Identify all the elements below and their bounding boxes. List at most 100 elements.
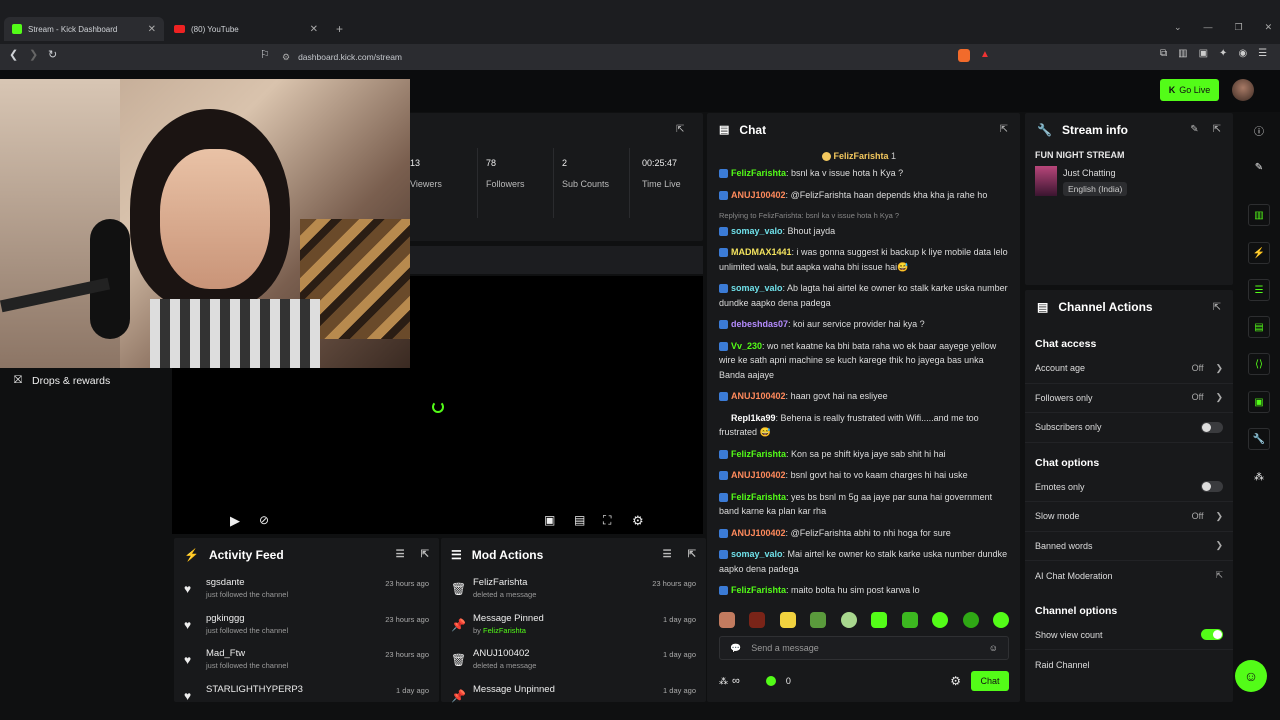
chat-username[interactable]: ANUJ100402 [731, 528, 786, 538]
player-widget-icon[interactable]: ⟨⟩ [1248, 353, 1270, 375]
window-controls[interactable]: ⌄ — ❐ ✕ [1174, 22, 1272, 33]
site-info-icon[interactable]: ⚙ [282, 52, 290, 63]
url-field[interactable]: ⚙ dashboard.kick.com/stream [282, 47, 994, 67]
chat-username[interactable]: ANUJ100402 [731, 190, 786, 200]
chat-message: ANUJ100402: @FelizFarishta abhi to nhi h… [719, 526, 1009, 541]
emote-icon[interactable] [932, 612, 949, 628]
emote-icon[interactable] [749, 612, 766, 628]
forward-icon[interactable]: ❯ [29, 48, 38, 61]
popout-icon[interactable]: ⇱ [1213, 302, 1221, 313]
rewards-icon[interactable]: ▲ [980, 49, 990, 60]
chat-username[interactable]: ANUJ100402 [731, 391, 786, 401]
close-tab-icon[interactable]: ✕ [310, 24, 318, 35]
share-icon[interactable]: ⁂ [1248, 466, 1270, 488]
external-link-icon: ⇱ [1215, 570, 1223, 581]
chat-bubble-icon: 💬 [730, 642, 742, 653]
edit-icon[interactable]: ✎ [1248, 156, 1270, 178]
emote-icon[interactable] [840, 612, 857, 628]
chat-username[interactable]: debeshdas07 [731, 319, 788, 329]
popout-icon[interactable]: ⇱ [688, 549, 696, 560]
close-tab-icon[interactable]: ✕ [148, 24, 156, 35]
bookmark-icon[interactable]: ⚐ [260, 48, 270, 61]
sidebar-item-drops[interactable]: ⛝ Drops & rewards [14, 374, 110, 387]
popout-icon[interactable]: ⇱ [1213, 124, 1221, 135]
theater-icon[interactable]: ▤ [574, 513, 585, 527]
browser-toolbar-icons[interactable]: ⧉ ▥ ▣ ✦ ◉ ☰ [1160, 48, 1267, 59]
emote-icon[interactable] [810, 612, 827, 628]
new-tab-icon[interactable]: + [336, 22, 343, 36]
emoji-icon[interactable]: ☺ [989, 643, 998, 653]
send-chat-button[interactable]: Chat [971, 671, 1009, 691]
chat-username[interactable]: FelizFarishta [731, 585, 786, 595]
play-icon[interactable]: ▶ [230, 513, 240, 529]
reload-icon[interactable]: ↻ [48, 48, 57, 61]
chat-username[interactable]: somay_valo [731, 549, 783, 559]
show-view-count-toggle[interactable] [1201, 629, 1223, 641]
chat-username[interactable]: ANUJ100402 [731, 470, 786, 480]
brave-shield-icon[interactable] [958, 49, 970, 62]
chevron-right-icon: ❯ [1215, 540, 1223, 551]
setting-banned-words[interactable]: Banned words ❯ [1025, 532, 1233, 561]
tab-title: (80) YouTube [191, 24, 239, 34]
filter-icon[interactable]: ☰ [663, 549, 672, 560]
setting-slow-mode[interactable]: Slow mode Off ❯ [1025, 502, 1233, 532]
setting-ai-moderation[interactable]: AI Chat Moderation ⇱ [1025, 561, 1233, 591]
emote-icon[interactable] [992, 612, 1009, 628]
popout-icon[interactable]: ⇱ [676, 124, 684, 135]
info-icon[interactable]: ⓘ [1248, 119, 1270, 141]
channel-actions-widget-icon[interactable]: ▣ [1248, 391, 1270, 413]
item-sub: just followed the channel [206, 661, 289, 670]
webcam-overlay [0, 79, 410, 368]
chat-username[interactable]: MADMAX1441 [731, 247, 792, 257]
settings-icon[interactable]: ⚙ [632, 513, 644, 529]
pip-icon[interactable]: ▣ [544, 513, 555, 527]
popout-icon[interactable]: ⇱ [421, 549, 429, 560]
go-live-button[interactable]: K Go Live [1160, 79, 1219, 101]
setting-raid-channel[interactable]: Raid Channel [1025, 650, 1233, 680]
chat-username[interactable]: somay_valo [731, 283, 783, 293]
setting-followers-only[interactable]: Followers only Off ❯ [1025, 384, 1233, 413]
chat-username[interactable]: Repl1ka99 [731, 413, 776, 423]
chat-message: FelizFarishta: Kon sa pe shift kiya jaye… [719, 447, 1009, 462]
chat-username[interactable]: FelizFarishta [731, 449, 786, 459]
mod-actions-header: ☰ Mod Actions ☰ ⇱ [441, 538, 706, 571]
mute-icon[interactable]: ⊘ [259, 513, 269, 527]
emote-icon[interactable] [871, 612, 888, 628]
fullscreen-icon[interactable]: ⛶ [603, 513, 611, 528]
emote-icon[interactable] [962, 612, 979, 628]
chat-widget-icon[interactable]: ▤ [1248, 316, 1270, 338]
chat-username[interactable]: Vv_230 [731, 341, 762, 351]
emotes-only-toggle[interactable] [1201, 481, 1223, 493]
chat-username[interactable]: FelizFarishta [731, 492, 786, 502]
edit-icon[interactable]: ✎ [1190, 124, 1198, 135]
setting-label: Emotes only [1035, 481, 1085, 492]
emote-icon[interactable] [779, 612, 796, 628]
filter-icon[interactable]: ☰ [396, 549, 405, 560]
setting-account-age[interactable]: Account age Off ❯ [1025, 354, 1233, 384]
item-sub-user[interactable]: FelizFarishta [483, 626, 526, 635]
chat-username[interactable]: FelizFarishta [731, 168, 786, 178]
browser-tab-kick[interactable]: Stream - Kick Dashboard ✕ [4, 17, 164, 41]
user-badge-icon [719, 392, 728, 402]
emote-icon[interactable] [901, 612, 918, 628]
chat-message: somay_valo: Mai airtel ke owner ko stalk… [719, 547, 1009, 576]
help-chat-icon[interactable]: ☺ [1235, 660, 1267, 692]
chat-settings-icon[interactable]: ⚙ [950, 674, 961, 688]
list-item: ♥ sgsdante just followed the channel 23 hou… [174, 571, 439, 607]
popout-icon[interactable]: ⇱ [1000, 124, 1008, 135]
pinned-message[interactable]: FelizFarishta 1 [822, 151, 896, 162]
chat-input[interactable]: 💬 Send a message ☺ [719, 636, 1009, 660]
avatar[interactable] [1232, 79, 1254, 101]
chat-username[interactable]: somay_valo [731, 226, 783, 236]
activity-feed-header: ⚡ Activity Feed ☰ ⇱ [174, 538, 439, 571]
list-item: ♥ Mad_Ftw just followed the channel 23 hour… [174, 642, 439, 678]
category-name[interactable]: Just Chatting [1063, 168, 1127, 178]
back-icon[interactable]: ❮ [9, 48, 18, 61]
stats-widget-icon[interactable]: ▥ [1248, 204, 1270, 226]
browser-tab-youtube[interactable]: (80) YouTube ✕ [166, 17, 326, 41]
mod-actions-widget-icon[interactable]: ☰ [1248, 279, 1270, 301]
subscribers-only-toggle[interactable] [1201, 421, 1223, 433]
emote-icon[interactable] [719, 612, 735, 628]
activity-widget-icon[interactable]: ⚡ [1248, 242, 1270, 264]
stream-info-widget-icon[interactable]: 🔧 [1248, 428, 1270, 450]
